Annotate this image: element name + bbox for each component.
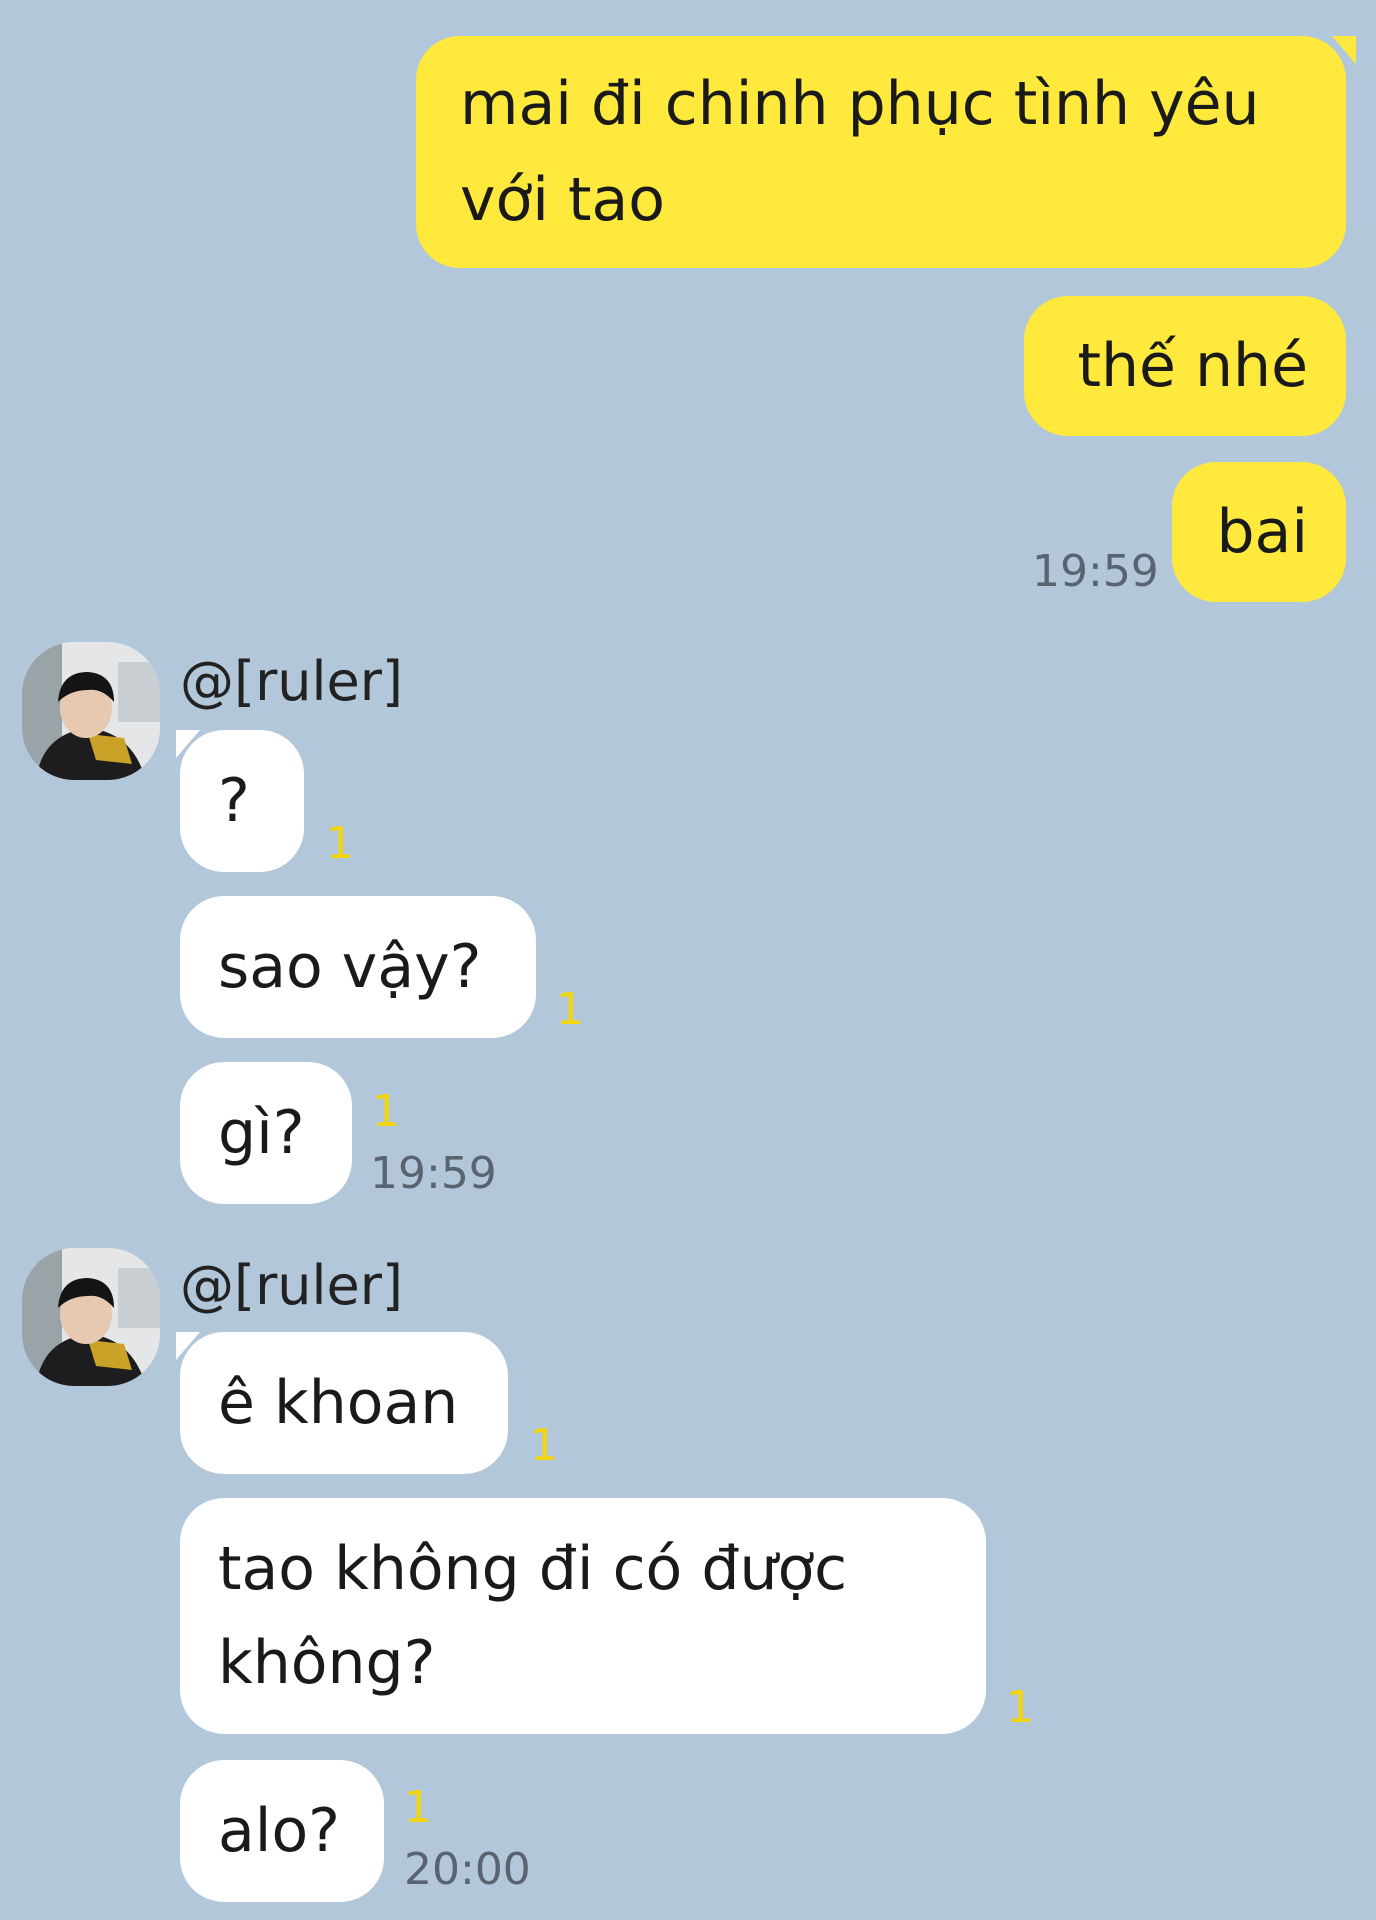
- avatar[interactable]: [22, 642, 160, 780]
- unread-count: 1: [556, 984, 584, 1035]
- message-text: ?: [218, 766, 250, 836]
- sender-name: @[ruler]: [180, 1254, 403, 1317]
- bubble-tail: [1332, 36, 1356, 64]
- message-text: alo?: [218, 1796, 340, 1866]
- unread-count: 1: [530, 1420, 558, 1471]
- message-text: thế nhé: [1077, 331, 1308, 401]
- message-text: sao vậy?: [218, 932, 482, 1002]
- message-time: 19:59: [370, 1148, 497, 1199]
- chat-area[interactable]: mai đi chinh phục tình yêu với tao thế n…: [0, 0, 1376, 1920]
- message-time: 19:59: [1032, 546, 1159, 597]
- received-message-bubble[interactable]: sao vậy?: [180, 896, 536, 1038]
- message-text: gì?: [218, 1098, 305, 1168]
- sender-name: @[ruler]: [180, 650, 403, 713]
- unread-count: 1: [1006, 1682, 1034, 1733]
- received-message-bubble[interactable]: ?: [180, 730, 304, 872]
- profile-photo-icon: [22, 1248, 160, 1386]
- avatar[interactable]: [22, 1248, 160, 1386]
- message-time: 20:00: [404, 1844, 531, 1895]
- message-text: tao không đi có được không?: [218, 1534, 848, 1698]
- sent-message-bubble[interactable]: thế nhé: [1024, 296, 1346, 436]
- unread-count: 1: [326, 818, 354, 869]
- sent-message-bubble[interactable]: bai: [1172, 462, 1346, 602]
- message-text: bai: [1216, 497, 1308, 567]
- message-text: mai đi chinh phục tình yêu với tao: [460, 69, 1260, 235]
- message-text: ê khoan: [218, 1368, 459, 1438]
- received-message-bubble[interactable]: ê khoan: [180, 1332, 508, 1474]
- received-message-bubble[interactable]: tao không đi có được không?: [180, 1498, 986, 1734]
- sent-message-bubble[interactable]: mai đi chinh phục tình yêu với tao: [416, 36, 1346, 268]
- unread-count: 1: [404, 1782, 432, 1833]
- received-message-bubble[interactable]: gì?: [180, 1062, 352, 1204]
- unread-count: 1: [372, 1086, 400, 1137]
- profile-photo-icon: [22, 642, 160, 780]
- received-message-bubble[interactable]: alo?: [180, 1760, 384, 1902]
